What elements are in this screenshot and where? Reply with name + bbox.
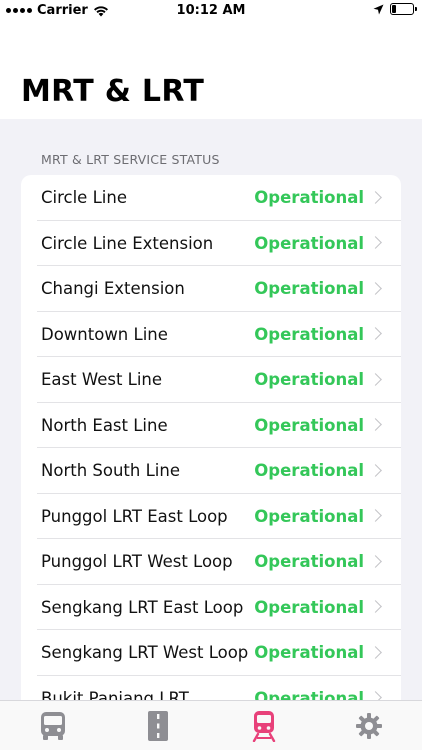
status-label: Operational — [254, 643, 364, 663]
chevron-right-icon — [369, 645, 382, 659]
status-bar-right — [373, 3, 417, 15]
status-label: Operational — [254, 415, 364, 435]
status-label: Operational — [254, 188, 364, 208]
line-name: Punggol LRT West Loop — [41, 552, 233, 572]
chevron-right-icon — [369, 372, 382, 386]
status-label: Operational — [254, 461, 364, 481]
screen: Carrier 10:12 AM MRT & LRT MRT & LRT SER… — [0, 0, 422, 750]
section-header: MRT & LRT SERVICE STATUS — [41, 152, 220, 167]
bus-icon — [40, 711, 65, 740]
chevron-right-icon — [369, 327, 382, 341]
list-item[interactable]: Punggol LRT East Loop Operational — [21, 494, 401, 539]
status-bar: Carrier 10:12 AM — [0, 0, 422, 22]
chevron-right-icon — [369, 190, 382, 204]
list-item[interactable]: East West Line Operational — [21, 357, 401, 403]
line-name: Punggol LRT East Loop — [41, 506, 228, 526]
chevron-right-icon — [369, 600, 382, 614]
tab-bar — [0, 700, 422, 750]
tab-bus[interactable] — [23, 706, 83, 746]
status-label: Operational — [254, 506, 364, 526]
list-item[interactable]: Downtown Line Operational — [21, 312, 401, 357]
road-icon — [148, 710, 169, 741]
status-bar-time: 10:12 AM — [176, 3, 246, 18]
status-label: Operational — [254, 597, 364, 617]
line-name: Sengkang LRT West Loop — [41, 643, 249, 663]
navigation-header: MRT & LRT — [0, 22, 422, 119]
page-title: MRT & LRT — [21, 74, 205, 109]
line-name: Sengkang LRT East Loop — [41, 597, 244, 617]
list-item[interactable]: Sengkang LRT West Loop Operational — [21, 630, 401, 676]
list-item[interactable]: Sengkang LRT East Loop Operational — [21, 585, 401, 630]
battery-fill — [392, 5, 396, 13]
status-label: Operational — [254, 233, 364, 253]
service-status-list: Circle Line Operational Circle Line Extens… — [21, 175, 401, 721]
status-label: Operational — [254, 552, 364, 572]
list-item[interactable]: Circle Line Operational — [21, 175, 401, 221]
line-name: North South Line — [41, 461, 180, 481]
battery-icon — [390, 3, 417, 15]
tab-road[interactable] — [128, 706, 188, 746]
chevron-right-icon — [369, 509, 382, 523]
chevron-right-icon — [369, 281, 382, 295]
list-item[interactable]: Circle Line Extension Operational — [21, 221, 401, 266]
status-label: Operational — [254, 370, 364, 390]
line-name: Downtown Line — [41, 324, 168, 344]
line-name: Changi Extension — [41, 279, 185, 299]
line-name: East West Line — [41, 370, 163, 390]
gear-icon — [356, 712, 383, 739]
status-label: Operational — [254, 324, 364, 344]
line-name: Circle Line — [41, 188, 127, 208]
chevron-right-icon — [369, 463, 382, 477]
location-arrow-icon — [373, 4, 384, 14]
train-icon — [252, 710, 275, 742]
line-name: Circle Line Extension — [41, 233, 214, 253]
chevron-right-icon — [369, 554, 382, 568]
tab-train[interactable] — [234, 706, 294, 746]
tab-settings[interactable] — [339, 706, 399, 746]
list-item[interactable]: North South Line Operational — [21, 448, 401, 494]
chevron-right-icon — [369, 236, 382, 250]
list-item[interactable]: Punggol LRT West Loop Operational — [21, 539, 401, 585]
line-name: North East Line — [41, 415, 168, 435]
list-item[interactable]: North East Line Operational — [21, 403, 401, 448]
status-label: Operational — [254, 279, 364, 299]
list-item[interactable]: Changi Extension Operational — [21, 266, 401, 312]
chevron-right-icon — [369, 418, 382, 432]
